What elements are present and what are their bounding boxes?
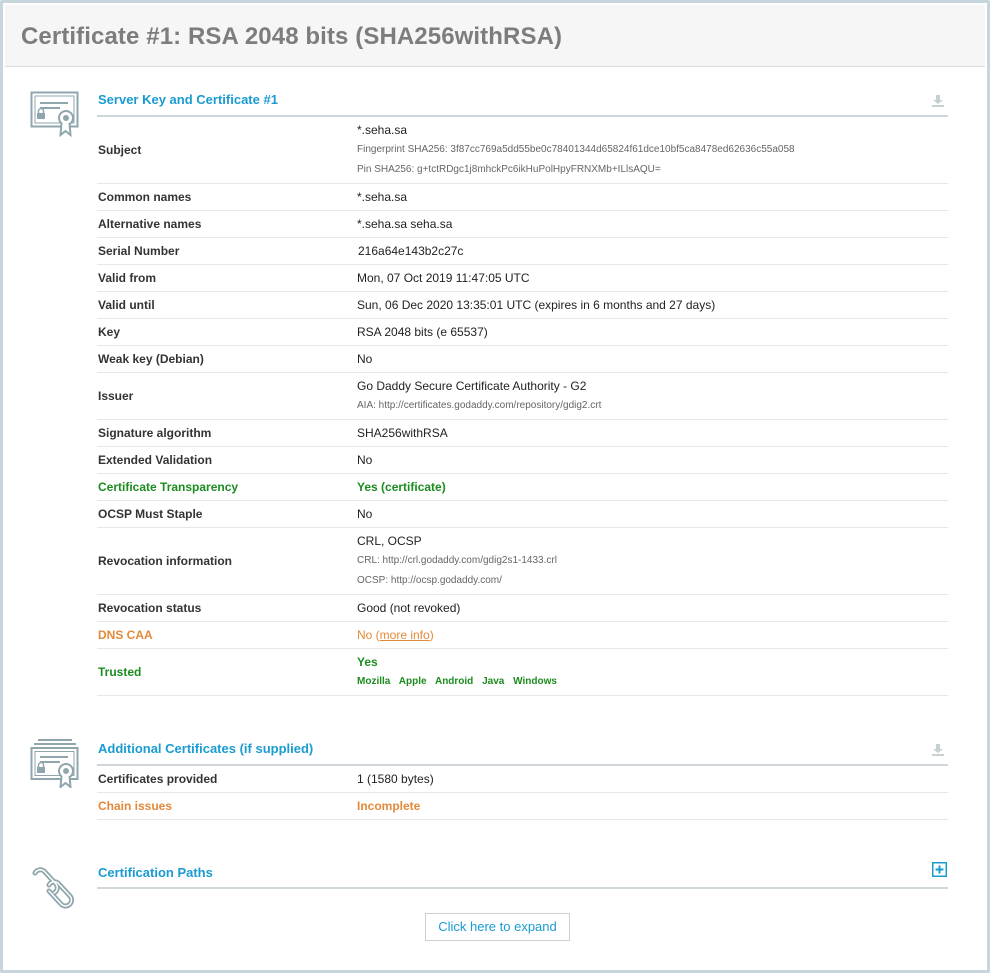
table-row-key: Key RSA 2048 bits (e 65537) [97,319,948,346]
crl-url: CRL: http://crl.godaddy.com/gdig2s1-1433… [357,555,557,566]
row-label: Alternative names [98,217,202,231]
table-row-issuer: Issuer Go Daddy Secure Certificate Autho… [97,373,948,420]
row-label: Valid until [98,298,155,312]
expand-plus-icon[interactable] [932,862,947,877]
table-row-signature-algorithm: Signature algorithm SHA256withRSA [97,420,948,447]
fingerprint-sha256: Fingerprint SHA256: 3f87cc769a5dd55be0c7… [357,144,795,155]
section-divider [97,887,948,889]
row-label: Valid from [98,271,157,285]
table-row-subject: Subject *.seha.sa Fingerprint SHA256: 3f… [97,117,948,184]
table-row-revocation-status: Revocation status Good (not revoked) [97,595,948,622]
row-label: Common names [98,190,192,204]
row-label: Weak key (Debian) [98,352,204,366]
issuer-aia: AIA: http://certificates.godaddy.com/rep… [357,400,602,411]
row-value: *.seha.sa Fingerprint SHA256: 3f87cc769a… [357,117,948,183]
platform-windows: Windows [513,676,557,687]
table-row-valid-until: Valid until Sun, 06 Dec 2020 13:35:01 UT… [97,292,948,319]
row-value: RSA 2048 bits (e 65537) [357,325,488,339]
table-row-certificates-provided: Certificates provided 1 (1580 bytes) [97,766,948,793]
page-title: Certificate #1: RSA 2048 bits (SHA256wit… [21,23,563,50]
table-row-revocation-information: Revocation information CRL, OCSP CRL: ht… [97,528,948,595]
table-row-extended-validation: Extended Validation No [97,447,948,474]
table-row-weak-key: Weak key (Debian) No [97,346,948,373]
row-value: Mon, 07 Oct 2019 11:47:05 UTC [357,271,530,285]
table-row-dns-caa: DNS CAA No (more info) [97,622,948,649]
section-title-additional-certificates: Additional Certificates (if supplied) [98,741,314,756]
platform-mozilla: Mozilla [357,676,391,687]
subject-value: *.seha.sa [357,123,408,137]
row-label: OCSP Must Staple [98,507,203,521]
trust-platforms: Mozilla Apple Android Java Windows [357,672,948,692]
download-icon[interactable] [931,94,945,108]
section-title-certification-paths: Certification Paths [98,865,213,880]
certificates-stack-icon [30,739,79,788]
panel-header: Certificate #1: RSA 2048 bits (SHA256wit… [5,5,985,67]
platform-apple: Apple [398,676,427,687]
ocsp-url: OCSP: http://ocsp.godaddy.com/ [357,575,502,586]
row-label: Subject [98,143,142,157]
table-row-trusted: Trusted Yes Mozilla Apple Android Java W… [97,649,948,696]
row-value: No [357,507,373,521]
revocation-value: CRL, OCSP [357,534,422,548]
platform-java: Java [482,676,505,687]
row-label: Chain issues [98,799,173,813]
row-label: Revocation status [98,601,202,615]
row-value: *.seha.sa seha.sa [357,217,453,231]
table-row-chain-issues: Chain issues Incomplete [97,793,948,820]
certificate-panel: Certificate #1: RSA 2048 bits (SHA256wit… [0,0,990,973]
row-label: Certificates provided [98,772,218,786]
row-label: Signature algorithm [98,426,212,440]
row-label: Extended Validation [98,453,213,467]
table-row-serial: Serial Number 216a64e143b2c27c [97,238,948,265]
certificate-icon [30,91,79,137]
row-label: Certificate Transparency [98,480,239,494]
row-value: Good (not revoked) [357,601,461,615]
row-value: No (more info) [357,625,948,645]
issuer-value: Go Daddy Secure Certificate Authority - … [357,379,587,393]
dns-caa-suffix: ) [429,628,434,642]
pin-sha256: Pin SHA256: g+tctRDgc1j8mhckPc6ikHuPolHp… [357,164,661,175]
table-row-common-names: Common names *.seha.sa [97,184,948,211]
download-icon[interactable] [931,743,945,757]
table-row-alt-names: Alternative names *.seha.sa seha.sa [97,211,948,238]
row-value: Incomplete [357,799,421,813]
chain-link-icon [32,867,74,909]
additional-certificates-table: Certificates provided 1 (1580 bytes) Cha… [97,766,948,820]
table-row-certificate-transparency: Certificate Transparency Yes (certificat… [97,474,948,501]
trusted-value: Yes [357,655,378,669]
expand-paths-button[interactable]: Click here to expand [425,913,570,941]
row-value: No [357,352,373,366]
row-value: No [357,453,373,467]
dns-caa-value: No ( [357,628,380,642]
row-label: Serial Number [98,244,180,258]
row-label: Issuer [98,389,134,403]
row-value: Yes (certificate) [357,480,446,494]
row-label: Key [98,325,121,339]
row-value: 1 (1580 bytes) [357,772,434,786]
section-title-server-key: Server Key and Certificate #1 [98,92,278,107]
more-info-link[interactable]: more info [380,628,430,642]
row-label: Revocation information [98,554,233,568]
table-row-valid-from: Valid from Mon, 07 Oct 2019 11:47:05 UTC [97,265,948,292]
row-value: *.seha.sa [357,190,408,204]
row-value: Sun, 06 Dec 2020 13:35:01 UTC (expires i… [357,298,716,312]
row-label: Trusted [98,665,142,679]
row-value: SHA256withRSA [357,426,448,440]
platform-android: Android [434,676,474,687]
row-label: DNS CAA [98,628,153,642]
table-row-ocsp-must-staple: OCSP Must Staple No [97,501,948,528]
server-key-table: Subject *.seha.sa Fingerprint SHA256: 3f… [97,117,948,696]
row-value: 216a64e143b2c27c [358,244,464,258]
